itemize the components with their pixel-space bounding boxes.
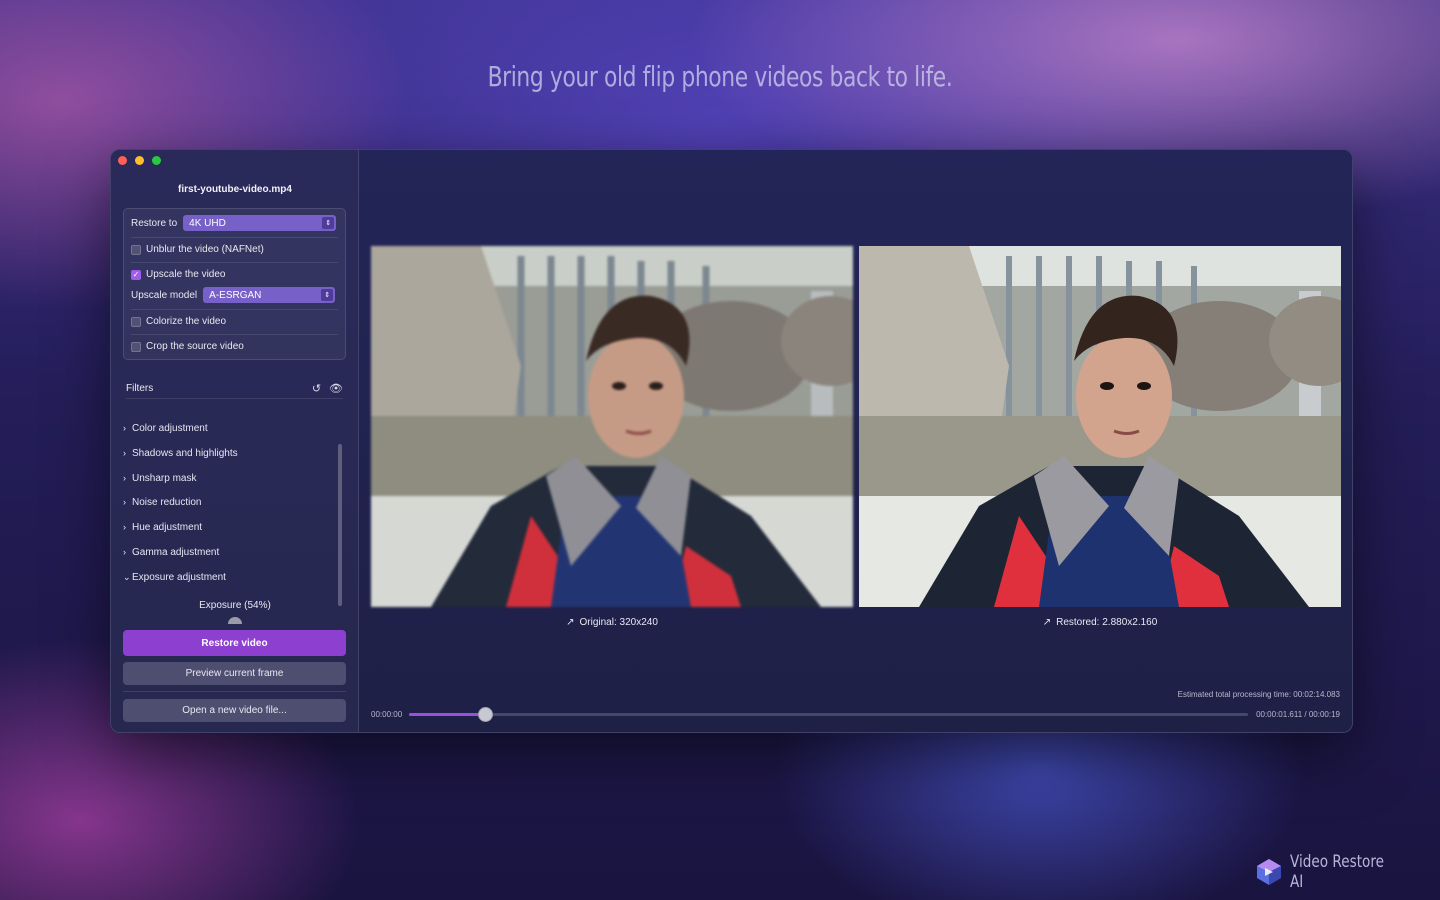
- chevron-right-icon: ›: [123, 423, 126, 433]
- restored-caption-text: Restored: 2.880x2.160: [1056, 617, 1158, 628]
- restored-caption: ↗ Restored: 2.880x2.160: [859, 617, 1341, 628]
- filters-header: Filters ↺ 👁: [126, 379, 343, 399]
- colorize-checkbox-row[interactable]: Colorize the video: [131, 316, 338, 327]
- preview-frame-button[interactable]: Preview current frame: [123, 662, 346, 685]
- timeline-thumb[interactable]: [478, 707, 493, 722]
- chevron-right-icon: ›: [123, 473, 126, 483]
- preview-area: ↗ Original: 320x240 ↗ Restored: 2.880x2.16…: [359, 150, 1352, 732]
- tagline: Bring your old flip phone videos back to…: [487, 60, 953, 93]
- timeline-scrubber[interactable]: [409, 707, 1248, 722]
- filter-color-adjustment[interactable]: › Color adjustment: [123, 423, 208, 434]
- original-caption: ↗ Original: 320x240: [371, 617, 853, 628]
- filters-title: Filters: [126, 383, 154, 394]
- upscale-checkbox[interactable]: ✓: [131, 269, 141, 280]
- filter-hue-adjustment[interactable]: › Hue adjustment: [123, 522, 202, 533]
- filter-label: Exposure adjustment: [132, 572, 226, 583]
- upscale-model-label: Upscale model: [131, 289, 198, 301]
- zoom-window-button[interactable]: [152, 156, 161, 165]
- chevron-right-icon: ›: [123, 522, 126, 532]
- file-name: first-youtube-video.mp4: [178, 184, 292, 195]
- filter-noise-reduction[interactable]: › Noise reduction: [123, 497, 201, 508]
- filter-gamma-adjustment[interactable]: › Gamma adjustment: [123, 547, 219, 558]
- unblur-label: Unblur the video (NAFNet): [146, 244, 264, 255]
- select-chevron-icon: ⇕: [322, 217, 335, 229]
- upscale-checkbox-row[interactable]: ✓ Upscale the video: [131, 269, 338, 280]
- reset-icon[interactable]: ↺: [312, 382, 321, 395]
- restore-to-value: 4K UHD: [189, 217, 226, 229]
- filter-label: Gamma adjustment: [132, 547, 220, 558]
- filter-label: Noise reduction: [132, 497, 202, 508]
- crop-label: Crop the source video: [146, 341, 244, 352]
- brand: Video Restore AI: [1256, 852, 1410, 892]
- colorize-checkbox[interactable]: [131, 316, 141, 327]
- chevron-right-icon: ›: [123, 448, 126, 458]
- restore-to-label: Restore to: [131, 217, 178, 229]
- crop-checkbox-row[interactable]: Crop the source video: [131, 341, 338, 352]
- filter-label: Color adjustment: [132, 423, 208, 434]
- filter-exposure-adjustment[interactable]: ⌄Exposure adjustment: [123, 572, 226, 583]
- options-panel: Restore to 4K UHD ⇕ Unblur the video (NA…: [123, 208, 346, 360]
- expand-arrow-icon[interactable]: ↗: [1043, 617, 1051, 628]
- video-frame-image: [859, 246, 1341, 607]
- exposure-label: Exposure (54%): [199, 600, 271, 611]
- upscale-label: Upscale the video: [146, 269, 226, 280]
- video-frame-image: [371, 246, 853, 607]
- chevron-down-icon: ⌄: [123, 572, 131, 582]
- filter-unsharp-mask[interactable]: › Unsharp mask: [123, 473, 196, 484]
- original-caption-text: Original: 320x240: [579, 617, 658, 628]
- processing-estimate: Estimated total processing time: 00:02:1…: [1177, 690, 1340, 699]
- timeline-progress: [409, 713, 485, 716]
- filter-label: Unsharp mask: [132, 473, 197, 484]
- colorize-label: Colorize the video: [146, 316, 227, 327]
- open-video-button[interactable]: Open a new video file...: [123, 699, 346, 722]
- close-window-button[interactable]: [118, 156, 127, 165]
- filter-label: Hue adjustment: [132, 522, 203, 533]
- upscale-model-value: A-ESRGAN: [209, 289, 262, 301]
- upscale-model-select[interactable]: A-ESRGAN ⇕: [203, 287, 336, 303]
- filters-scrollbar[interactable]: [338, 444, 342, 606]
- chevron-right-icon: ›: [123, 497, 126, 507]
- expand-arrow-icon[interactable]: ↗: [566, 617, 574, 628]
- traffic-lights: [118, 156, 161, 165]
- restored-video-frame: [859, 246, 1341, 607]
- brand-name: Video Restore AI: [1290, 852, 1385, 892]
- chevron-right-icon: ›: [123, 547, 126, 557]
- timeline-position: 00:00:01.611 / 00:00:19: [1256, 710, 1340, 719]
- filter-label: Shadows and highlights: [132, 448, 238, 459]
- app-window: first-youtube-video.mp4 Restore to 4K UH…: [110, 149, 1353, 733]
- original-video-frame: [371, 246, 853, 607]
- minimize-window-button[interactable]: [135, 156, 144, 165]
- unblur-checkbox[interactable]: [131, 244, 141, 255]
- sidebar: first-youtube-video.mp4 Restore to 4K UH…: [111, 150, 359, 732]
- exposure-slider-knob[interactable]: [228, 617, 242, 624]
- restore-video-button[interactable]: Restore video: [123, 630, 346, 656]
- eye-icon[interactable]: 👁: [329, 382, 343, 395]
- filter-shadows-highlights[interactable]: › Shadows and highlights: [123, 448, 238, 459]
- restore-to-select[interactable]: 4K UHD ⇕: [183, 215, 337, 231]
- timeline-start: 00:00:00: [371, 710, 403, 719]
- hexagon-logo-icon: [1257, 859, 1281, 885]
- select-chevron-icon: ⇕: [321, 289, 334, 301]
- crop-checkbox[interactable]: [131, 341, 141, 352]
- unblur-checkbox-row[interactable]: Unblur the video (NAFNet): [131, 244, 338, 255]
